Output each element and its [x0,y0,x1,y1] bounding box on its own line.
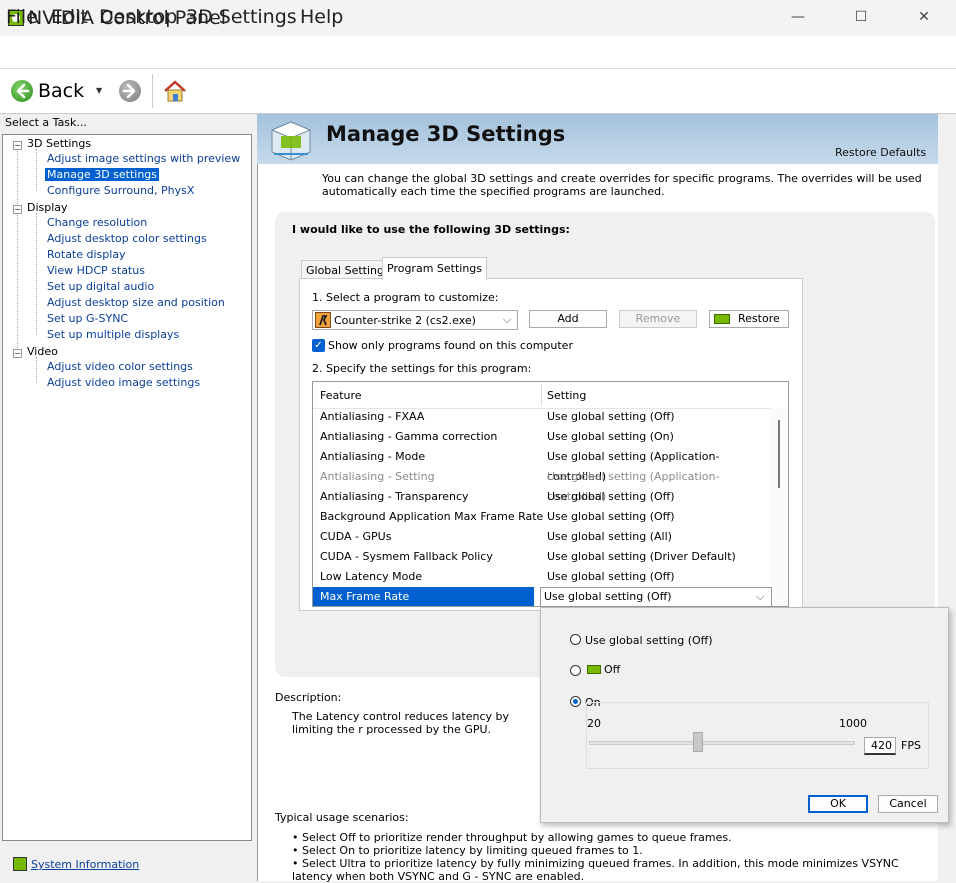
show-only-checkbox[interactable]: ✓ [312,339,325,352]
step1-label: 1. Select a program to customize: [312,291,499,304]
radio-use-global[interactable] [570,634,581,645]
table-scrollbar-thumb[interactable] [778,420,780,488]
back-arrow-icon[interactable] [11,80,33,102]
radio-on[interactable] [570,696,581,707]
fps-slider-thumb[interactable] [692,732,703,752]
restore-button-label: Restore [738,312,780,325]
usage-item: • Select On to prioritize latency by lim… [292,844,643,857]
back-dropdown-icon[interactable]: ▼ [96,86,102,95]
tree-item-change-resolution[interactable]: Change resolution [45,216,149,229]
tree-item-hdcp-status[interactable]: View HDCP status [45,264,147,277]
menu-bar [0,36,956,68]
toolbar [0,68,956,114]
task-panel-label: Select a Task... [5,116,87,129]
menu-edit[interactable]: Edit [51,6,88,28]
table-row[interactable]: CUDA - Sysmem Fallback Policy Use global … [313,547,771,567]
tree-item-multiple-displays[interactable]: Set up multiple displays [45,328,181,341]
close-button[interactable]: ✕ [906,6,942,30]
intro-text: You can change the global 3D settings an… [322,172,922,198]
minimize-button[interactable]: — [780,6,816,30]
back-button[interactable]: Back [38,80,84,102]
option-off-label[interactable]: Off [604,663,620,676]
option-use-global-label[interactable]: Use global setting (Off) [585,634,713,647]
tab-program-settings[interactable]: Program Settings [382,257,488,280]
program-select[interactable]: Counter-strike 2 (cs2.exe) ⌵ [312,310,518,330]
maximize-button[interactable]: ☐ [843,6,879,30]
table-row[interactable]: Antialiasing - FXAA Use global setting (O… [313,407,771,427]
fps-slider-group [586,702,929,769]
usage-item: • Select Off to prioritize render throug… [292,831,732,844]
table-row[interactable]: Antialiasing - Transparency Use global se… [313,487,771,507]
table-row[interactable]: Antialiasing - Mode Use global setting (A… [313,447,771,483]
tree-group-video[interactable]: Video [27,345,58,358]
collapse-video-icon[interactable]: − [13,349,22,358]
cs2-program-icon [315,312,331,328]
tab-global-settings[interactable]: Global Settings [301,260,395,280]
usage-list: • Select Off to prioritize render throug… [292,831,932,883]
settings-table[interactable]: Feature Setting Antialiasing - FXAA Use g… [312,381,789,607]
toolbar-separator [152,74,153,108]
collapse-3d-settings-icon[interactable]: − [13,141,22,150]
cancel-button[interactable]: Cancel [878,795,938,813]
tree-item-video-image[interactable]: Adjust video image settings [45,376,202,389]
step2-label: 2. Specify the settings for this program… [312,362,532,375]
fps-value-input[interactable]: 420 [864,737,896,755]
description-text: The Latency control reduces latency by l… [292,710,509,736]
tree-group-3d-settings[interactable]: 3D Settings [27,137,91,150]
usage-item: • Select Ultra to prioritize latency by … [292,857,899,883]
tree-group-display[interactable]: Display [27,201,68,214]
fps-unit-label: FPS [901,739,921,752]
add-button[interactable]: Add [529,310,607,328]
menu-file[interactable]: File [6,6,38,28]
tree-item-adjust-image-settings[interactable]: Adjust image settings with preview [45,152,242,165]
header-setting[interactable]: Setting [547,389,586,402]
tree-item-digital-audio[interactable]: Set up digital audio [45,280,156,293]
system-info-icon [13,857,27,871]
forward-arrow-icon[interactable] [119,80,141,102]
nvidia-eye-icon [714,314,730,324]
tree-item-g-sync[interactable]: Set up G-SYNC [45,312,130,325]
menu-desktop[interactable]: Desktop [99,6,177,28]
remove-button[interactable]: Remove [619,310,697,328]
program-select-value: Counter-strike 2 (cs2.exe) [334,314,476,327]
max-frame-rate-dropdown[interactable]: Use global setting (Off) ⌵ [540,587,772,606]
table-row[interactable]: Antialiasing - Gamma correction Use globa… [313,427,771,447]
fps-slider-track[interactable] [589,741,855,745]
header-feature[interactable]: Feature [320,389,362,402]
show-only-label: Show only programs found on this compute… [328,339,573,352]
tree-item-video-color[interactable]: Adjust video color settings [45,360,195,373]
collapse-display-icon[interactable]: − [13,205,22,214]
table-row[interactable]: CUDA - GPUs Use global setting (All) [313,527,771,547]
table-row[interactable]: Antialiasing - Setting Use global setting… [313,467,771,503]
table-row-selected[interactable]: Max Frame Rate Use global setting (Off) … [313,587,772,606]
tree-item-manage-3d-settings[interactable]: Manage 3D settings [45,168,160,181]
usage-label: Typical usage scenarios: [275,811,409,824]
3d-settings-cube-icon [264,116,318,162]
home-icon[interactable] [162,78,188,104]
settings-heading: I would like to use the following 3D set… [292,223,570,236]
tree-item-configure-surround[interactable]: Configure Surround, PhysX [45,184,196,197]
restore-button[interactable]: Restore [709,310,789,328]
restore-defaults-link[interactable]: Restore Defaults [835,146,926,159]
page-title: Manage 3D Settings [326,122,566,146]
slider-min-label: 20 [587,717,601,730]
chevron-down-icon: ⌵ [756,590,765,603]
tree-item-rotate-display[interactable]: Rotate display [45,248,128,261]
nvidia-eye-icon [587,665,601,674]
system-information-link[interactable]: System Information [31,858,139,871]
table-row[interactable]: Background Application Max Frame Rate Use… [313,507,771,527]
menu-3d-settings[interactable]: 3D Settings [186,6,297,28]
table-row[interactable]: Low Latency Mode Use global setting (Off) [313,567,771,587]
description-label: Description: [275,691,342,704]
chevron-down-icon: ⌵ [503,313,512,326]
menu-help[interactable]: Help [300,6,343,28]
tree-item-desktop-color[interactable]: Adjust desktop color settings [45,232,209,245]
tree-item-desktop-size[interactable]: Adjust desktop size and position [45,296,227,309]
ok-button[interactable]: OK [808,795,868,813]
radio-off[interactable] [570,665,581,676]
task-tree[interactable]: − 3D Settings Adjust image settings with… [2,134,252,841]
slider-max-label: 1000 [839,717,867,730]
